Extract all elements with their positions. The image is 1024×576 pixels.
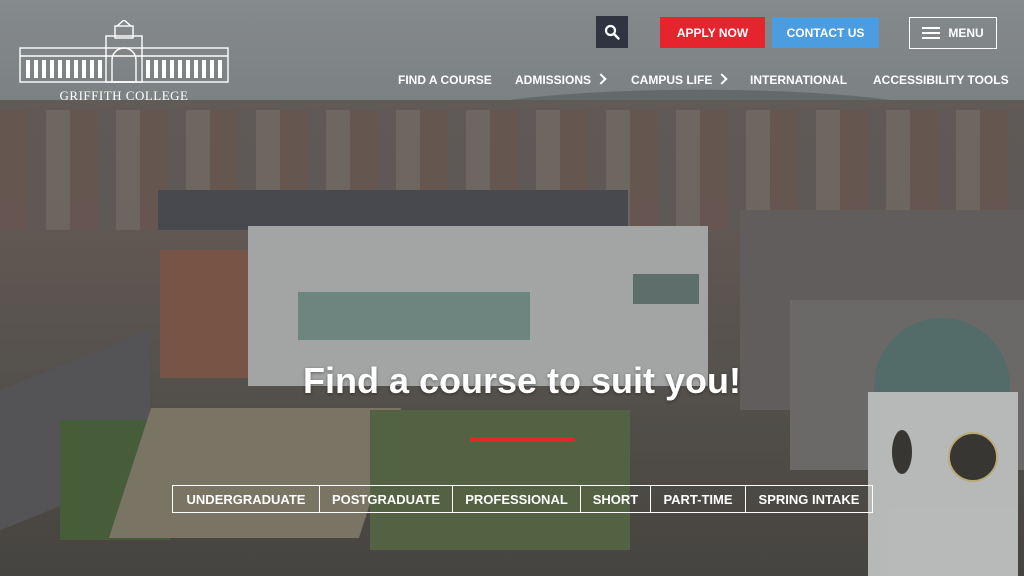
hamburger-icon <box>922 27 941 39</box>
nav-item-campus-life[interactable]: CAMPUS LIFE <box>631 73 729 87</box>
college-logo[interactable]: GRIFFITH COLLEGE <box>18 20 230 104</box>
tab-postgraduate[interactable]: POSTGRADUATE <box>319 486 452 512</box>
course-type-tabs: UNDERGRADUATE POSTGRADUATE PROFESSIONAL … <box>172 485 873 513</box>
nav-item-label: CAMPUS LIFE <box>631 73 713 87</box>
nav-item-label: ACCESSIBILITY TOOLS <box>873 73 1009 87</box>
tab-short[interactable]: SHORT <box>580 486 650 512</box>
main-navigation: FIND A COURSE ADMISSIONS CAMPUS LIFE INT… <box>0 73 1024 91</box>
nav-item-label: ADMISSIONS <box>515 73 592 87</box>
tab-professional[interactable]: PROFESSIONAL <box>452 486 580 512</box>
menu-button[interactable]: MENU <box>909 17 997 49</box>
nav-item-admissions[interactable]: ADMISSIONS <box>515 73 607 87</box>
tab-undergraduate[interactable]: UNDERGRADUATE <box>173 486 319 512</box>
nav-item-find-a-course[interactable]: FIND A COURSE <box>398 73 492 87</box>
apply-now-button[interactable]: APPLY NOW <box>660 17 765 48</box>
tab-part-time[interactable]: PART-TIME <box>650 486 745 512</box>
hero-title: Find a course to suit you! <box>302 360 742 401</box>
tab-spring-intake[interactable]: SPRING INTAKE <box>745 486 872 512</box>
contact-us-button[interactable]: CONTACT US <box>772 17 879 48</box>
nav-item-label: FIND A COURSE <box>398 73 492 87</box>
hero-accent-divider <box>470 437 575 442</box>
search-icon <box>604 24 620 40</box>
nav-item-international[interactable]: INTERNATIONAL <box>750 73 847 87</box>
search-button[interactable] <box>596 16 628 48</box>
chevron-right-icon <box>595 73 607 85</box>
nav-item-label: INTERNATIONAL <box>750 73 848 87</box>
menu-label: MENU <box>948 26 984 40</box>
nav-item-accessibility-tools[interactable]: ACCESSIBILITY TOOLS <box>873 73 1009 87</box>
chevron-right-icon <box>716 73 729 85</box>
